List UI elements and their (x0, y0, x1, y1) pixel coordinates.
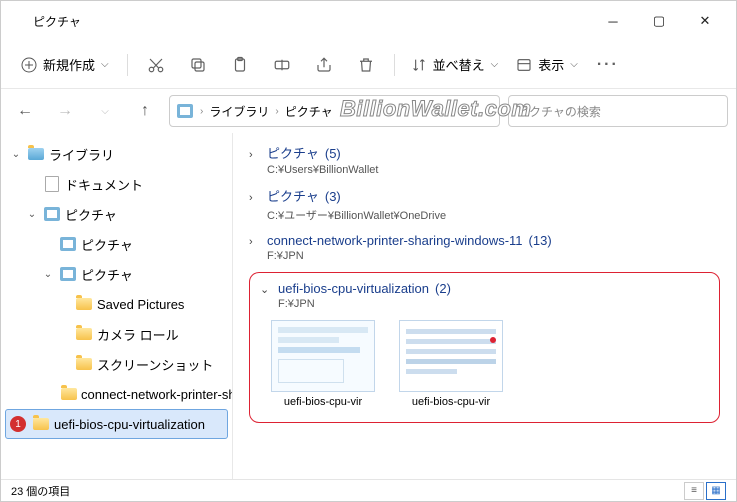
crumb-pictures[interactable]: ピクチャ (285, 103, 333, 120)
file-name: uefi-bios-cpu-vir (284, 396, 362, 408)
group-path: F:¥JPN (267, 250, 720, 262)
chevron-down-icon: ⌄ (9, 149, 23, 160)
chevron-right-icon: › (275, 106, 278, 117)
annotation-badge: 1 (10, 416, 26, 432)
group-path: F:¥JPN (278, 298, 709, 310)
chevron-down-icon: ⌵ (570, 59, 578, 70)
tree-documents[interactable]: ドキュメント (1, 169, 232, 199)
sort-icon (411, 57, 427, 73)
tree-uefi-bios[interactable]: 1uefi-bios-cpu-virtualization (5, 409, 228, 439)
rename-button[interactable] (264, 47, 300, 83)
chevron-right-icon: › (249, 192, 261, 204)
tree-connect-network[interactable]: connect-network-printer-shari (1, 379, 232, 409)
chevron-down-icon: ⌄ (25, 209, 39, 220)
paste-button[interactable] (222, 47, 258, 83)
recent-button[interactable]: ⌵ (89, 95, 121, 127)
more-button[interactable]: ··· (590, 47, 626, 83)
window-title: ピクチャ (33, 13, 590, 30)
copy-button[interactable] (180, 47, 216, 83)
address-bar[interactable]: › ライブラリ › ピクチャ BillionWallet.com (169, 95, 500, 127)
search-placeholder: ピクチャの検索 (517, 103, 601, 120)
tree-pictures-sub1[interactable]: ピクチャ (1, 229, 232, 259)
chevron-down-icon: ⌵ (101, 59, 109, 70)
layout-icon (516, 57, 532, 73)
file-name: uefi-bios-cpu-vir (412, 396, 490, 408)
chevron-down-icon: ⌄ (260, 283, 272, 296)
item-count: 23 個の項目 (11, 483, 70, 499)
toolbar: 新規作成 ⌵ 並べ替え ⌵ 表示 ⌵ ··· (1, 41, 736, 89)
watermark: BillionWallet.com (340, 96, 531, 122)
group-pictures-1[interactable]: ›ピクチャ (5) C:¥Users¥BillionWallet (249, 143, 720, 176)
thumbnails-view-button[interactable]: ▦ (706, 482, 726, 500)
new-label: 新規作成 (43, 55, 95, 74)
new-button[interactable]: 新規作成 ⌵ (13, 51, 117, 78)
group-path: C:¥ユーザー¥BillionWallet¥OneDrive (267, 207, 720, 223)
picture-icon (176, 103, 194, 119)
tree-camera-roll[interactable]: カメラ ロール (1, 319, 232, 349)
content-pane: ›ピクチャ (5) C:¥Users¥BillionWallet ›ピクチャ (… (233, 133, 736, 479)
tree-pictures-sub2[interactable]: ⌄ピクチャ (1, 259, 232, 289)
close-button[interactable]: ✕ (682, 5, 728, 37)
nav-row: ← → ⌵ ↑ › ライブラリ › ピクチャ BillionWallet.com… (1, 89, 736, 133)
titlebar: ピクチャ ─ ▢ ✕ (1, 1, 736, 41)
tree-screenshots[interactable]: スクリーンショット (1, 349, 232, 379)
group-uefi-bios[interactable]: ⌄uefi-bios-cpu-virtualization (2) F:¥JPN… (249, 272, 720, 423)
forward-button[interactable]: → (49, 95, 81, 127)
file-thumb-1[interactable]: uefi-bios-cpu-vir (268, 320, 378, 408)
sort-label: 並べ替え (433, 55, 485, 74)
chevron-down-icon: ⌵ (491, 59, 499, 70)
nav-tree: ⌄ライブラリ ドキュメント ⌄ピクチャ ピクチャ ⌄ピクチャ Saved Pic… (1, 133, 233, 479)
status-bar: 23 個の項目 ≡ ▦ (1, 479, 736, 501)
back-button[interactable]: ← (9, 95, 41, 127)
sort-button[interactable]: 並べ替え ⌵ (405, 51, 505, 78)
minimize-button[interactable]: ─ (590, 5, 636, 37)
chevron-right-icon: › (249, 149, 261, 161)
search-input[interactable]: ピクチャの検索 (508, 95, 728, 127)
plus-circle-icon (21, 57, 37, 73)
group-pictures-2[interactable]: ›ピクチャ (3) C:¥ユーザー¥BillionWallet¥OneDrive (249, 186, 720, 223)
tree-pictures[interactable]: ⌄ピクチャ (1, 199, 232, 229)
share-button[interactable] (306, 47, 342, 83)
chevron-right-icon: › (249, 236, 261, 248)
app-icon (9, 13, 25, 29)
tree-libraries[interactable]: ⌄ライブラリ (1, 139, 232, 169)
view-button[interactable]: 表示 ⌵ (510, 51, 584, 78)
crumb-libraries[interactable]: ライブラリ (209, 103, 269, 120)
file-thumb-2[interactable]: uefi-bios-cpu-vir (396, 320, 506, 408)
up-button[interactable]: ↑ (129, 95, 161, 127)
details-view-button[interactable]: ≡ (684, 482, 704, 500)
delete-button[interactable] (348, 47, 384, 83)
group-connect-network[interactable]: ›connect-network-printer-sharing-windows… (249, 233, 720, 262)
chevron-right-icon: › (200, 106, 203, 117)
cut-button[interactable] (138, 47, 174, 83)
chevron-down-icon: ⌄ (41, 269, 55, 280)
maximize-button[interactable]: ▢ (636, 5, 682, 37)
view-label: 表示 (538, 55, 564, 74)
group-path: C:¥Users¥BillionWallet (267, 164, 720, 176)
tree-saved-pictures[interactable]: Saved Pictures (1, 289, 232, 319)
